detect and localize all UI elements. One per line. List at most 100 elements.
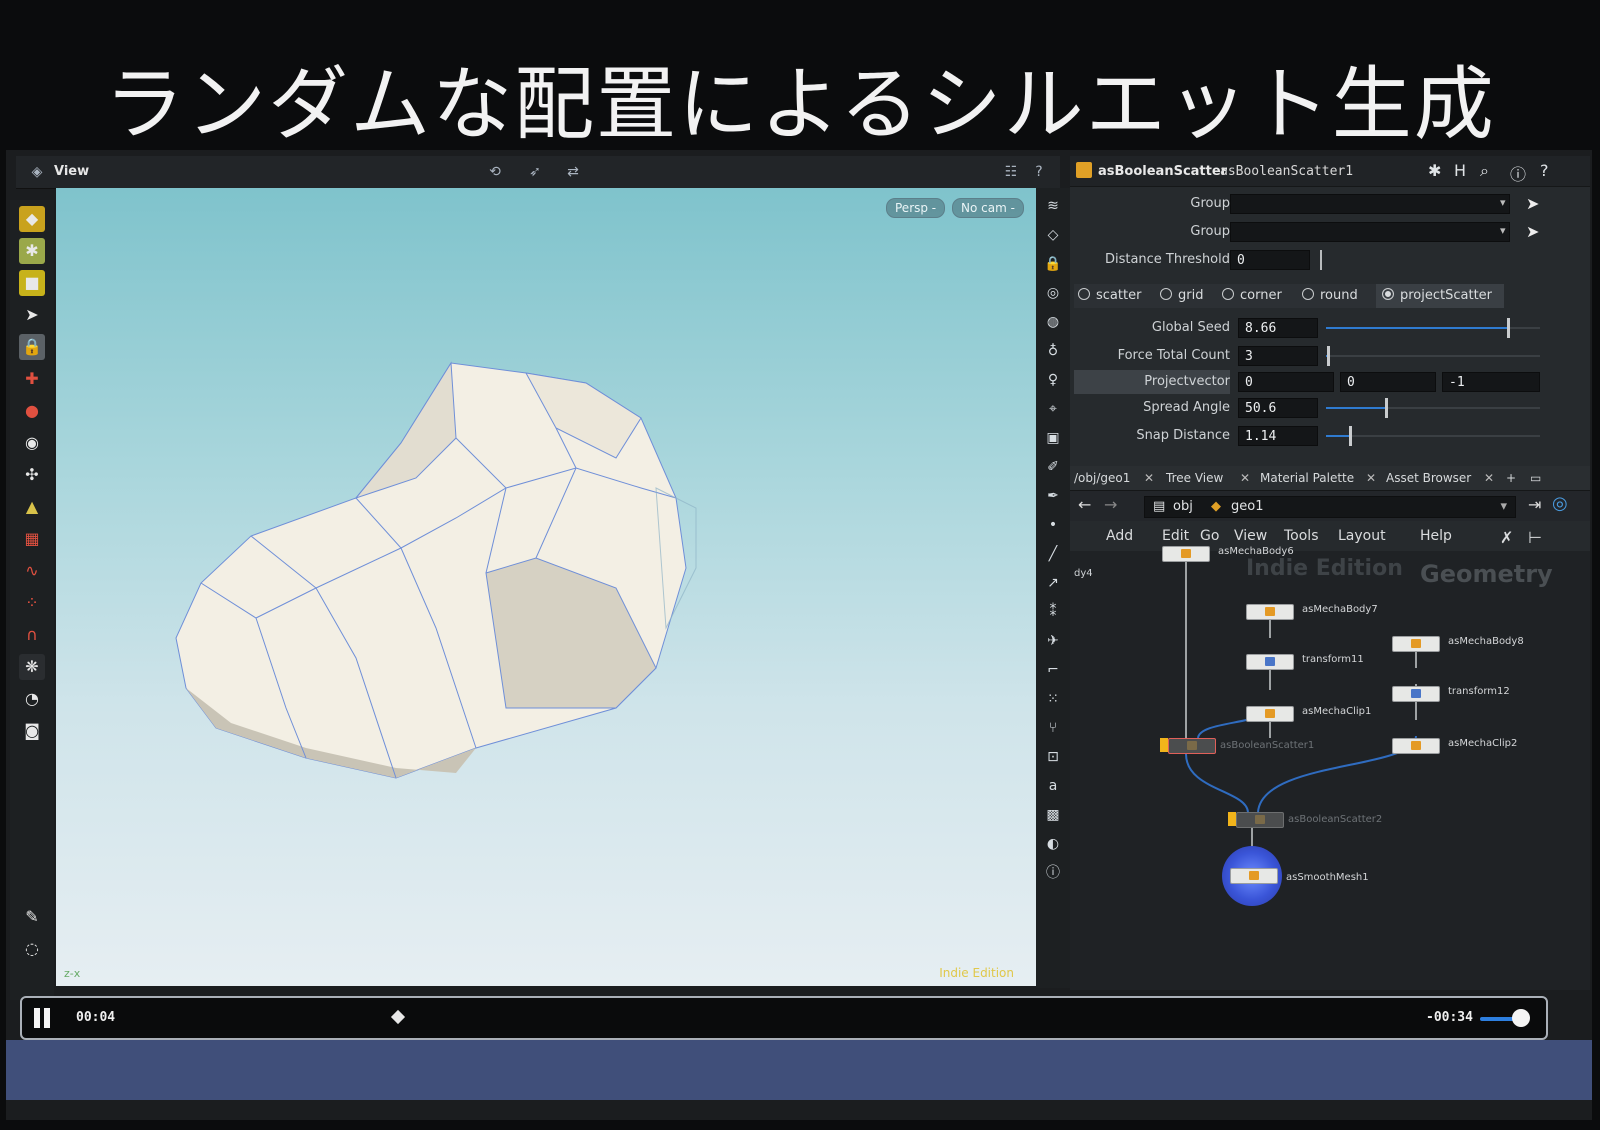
node-name-field[interactable]: asBooleanScatter1: [1220, 164, 1353, 179]
frame-icon[interactable]: ▣: [1042, 427, 1064, 449]
bone-icon[interactable]: ⑂: [1042, 717, 1064, 739]
ghost-icon[interactable]: ◌: [19, 936, 45, 962]
tab-tree-view[interactable]: Tree View: [1166, 471, 1223, 485]
pose-icon[interactable]: ✣: [19, 462, 45, 488]
point-display-icon[interactable]: •: [1042, 514, 1064, 536]
scale-icon[interactable]: ◉: [19, 430, 45, 456]
uv-icon[interactable]: ⌐: [1042, 659, 1064, 681]
spread-angle-slider[interactable]: [1326, 398, 1540, 418]
network-path[interactable]: ▤ obj ◆ geo1 ▾: [1144, 496, 1516, 518]
node-transform12[interactable]: [1392, 686, 1440, 702]
tab-obj-geo1[interactable]: /obj/geo1: [1074, 471, 1130, 485]
prim-numbers-icon[interactable]: ✈: [1042, 630, 1064, 652]
tab-corner[interactable]: corner: [1222, 284, 1298, 308]
force-total-count-field[interactable]: 3: [1238, 346, 1318, 366]
transform-tool-icon[interactable]: ⇄: [564, 163, 582, 181]
snap-distance-slider[interactable]: [1326, 426, 1540, 446]
menu-edit[interactable]: Edit: [1162, 528, 1189, 544]
group2-dropdown-icon[interactable]: ▾: [1500, 224, 1506, 237]
viewport-menu-icon[interactable]: ◈: [28, 163, 46, 181]
paint-icon[interactable]: ✒: [1042, 485, 1064, 507]
wire-ghost-icon[interactable]: ◇: [1042, 224, 1064, 246]
tab-round[interactable]: round: [1302, 284, 1374, 308]
lock-icon[interactable]: 🔒: [19, 334, 45, 360]
group2-field[interactable]: [1230, 222, 1510, 242]
back-arrow-icon[interactable]: ←: [1078, 495, 1091, 514]
visibility-icon[interactable]: ◎: [1042, 282, 1064, 304]
snap-distance-field[interactable]: 1.14: [1238, 426, 1318, 446]
menu-tools[interactable]: Tools: [1284, 528, 1319, 544]
handle-icon[interactable]: ▲: [19, 494, 45, 520]
pin-icon[interactable]: ⌖: [1042, 398, 1064, 420]
camera-icon[interactable]: ◙: [19, 718, 45, 744]
close-tab-icon[interactable]: ✕: [1144, 471, 1154, 485]
force-total-count-slider[interactable]: [1326, 346, 1540, 366]
tree-layout-icon[interactable]: ⊢: [1528, 528, 1542, 547]
select-arrow-icon[interactable]: ➤: [19, 302, 45, 328]
text-icon[interactable]: a: [1042, 775, 1064, 797]
tab-scatter[interactable]: scatter: [1078, 284, 1154, 308]
light-icon[interactable]: ♁: [1042, 340, 1064, 362]
snap-point-icon[interactable]: ⁘: [19, 590, 45, 616]
projectvector-y-field[interactable]: 0: [1340, 372, 1436, 392]
distance-threshold-slider[interactable]: [1320, 250, 1322, 270]
primitive-mode-icon[interactable]: ■: [19, 270, 45, 296]
menu-view[interactable]: View: [1234, 528, 1267, 544]
scrubber-handle[interactable]: [391, 1009, 406, 1025]
forward-arrow-icon[interactable]: →: [1104, 495, 1117, 514]
scene-viewport[interactable]: Persp - No cam - z-x Indie Edition: [56, 188, 1036, 986]
tab-projectscatter[interactable]: projectScatter: [1376, 284, 1504, 308]
node-asmechabody6[interactable]: [1162, 546, 1210, 562]
light-bulb-icon[interactable]: ♀: [1042, 369, 1064, 391]
close-tab-icon[interactable]: ✕: [1366, 471, 1376, 485]
select-tool-icon[interactable]: ➶: [526, 163, 544, 181]
move-icon[interactable]: ✚: [19, 366, 45, 392]
link-pane-icon[interactable]: ◎: [1552, 493, 1568, 514]
sticky-note-icon[interactable]: ✎: [19, 904, 45, 930]
path-geo[interactable]: geo1: [1231, 497, 1263, 517]
group1-dropdown-icon[interactable]: ▾: [1500, 196, 1506, 209]
node-asmechaclip1[interactable]: [1246, 706, 1294, 722]
info-icon[interactable]: ⓘ: [1042, 862, 1064, 884]
snap-curve-icon[interactable]: ∿: [19, 558, 45, 584]
layers-icon[interactable]: ≋: [1042, 195, 1064, 217]
normal-display-icon[interactable]: ↗: [1042, 572, 1064, 594]
point-numbers-icon[interactable]: ⁑: [1042, 601, 1064, 623]
points-mode-icon[interactable]: ✱: [19, 238, 45, 264]
menu-layout[interactable]: Layout: [1338, 528, 1386, 544]
marker-icon[interactable]: ◐: [1042, 833, 1064, 855]
group1-select-arrow-icon[interactable]: ➤: [1526, 194, 1539, 213]
search-icon[interactable]: ⌕: [1480, 161, 1489, 181]
menu-help[interactable]: Help: [1420, 528, 1452, 544]
node-asmechabody8[interactable]: [1392, 636, 1440, 652]
path-dropdown-icon[interactable]: ▾: [1500, 497, 1507, 517]
render-region-icon[interactable]: ◔: [19, 686, 45, 712]
shading-icon[interactable]: ◍: [1042, 311, 1064, 333]
add-tab-icon[interactable]: +: [1506, 471, 1516, 485]
projectvector-x-field[interactable]: 0: [1238, 372, 1334, 392]
global-seed-slider[interactable]: [1326, 318, 1540, 338]
help-question-icon[interactable]: ?: [1540, 161, 1549, 180]
template-icon[interactable]: ⁙: [1042, 688, 1064, 710]
menu-add[interactable]: Add: [1106, 528, 1133, 544]
tab-asset-browser[interactable]: Asset Browser: [1386, 471, 1471, 485]
spread-angle-field[interactable]: 50.6: [1238, 398, 1318, 418]
lock-camera-icon[interactable]: 🔒: [1042, 253, 1064, 275]
close-tab-icon[interactable]: ✕: [1240, 471, 1250, 485]
brush-icon[interactable]: ✐: [1042, 456, 1064, 478]
object-mode-icon[interactable]: ◆: [19, 206, 45, 232]
help-h-icon[interactable]: H: [1454, 161, 1466, 180]
node-asbooleanscatter1[interactable]: [1168, 738, 1216, 754]
box-icon[interactable]: ⊡: [1042, 746, 1064, 768]
tab-grid[interactable]: grid: [1160, 284, 1218, 308]
distance-threshold-field[interactable]: 0: [1230, 250, 1310, 270]
network-canvas[interactable]: Indie Edition Geometry dy4 asMechaBody6 …: [1070, 546, 1590, 990]
node-asbooleanscatter2[interactable]: [1236, 812, 1284, 828]
rotate-icon[interactable]: ●: [19, 398, 45, 424]
projectvector-z-field[interactable]: -1: [1442, 372, 1540, 392]
node-flag[interactable]: [1160, 738, 1168, 752]
snap-grid-icon[interactable]: ▦: [19, 526, 45, 552]
pin-pane-icon[interactable]: ⇥: [1528, 495, 1541, 514]
wrench-icon[interactable]: ✗: [1500, 528, 1513, 547]
gear-icon[interactable]: ✱: [1428, 161, 1441, 180]
